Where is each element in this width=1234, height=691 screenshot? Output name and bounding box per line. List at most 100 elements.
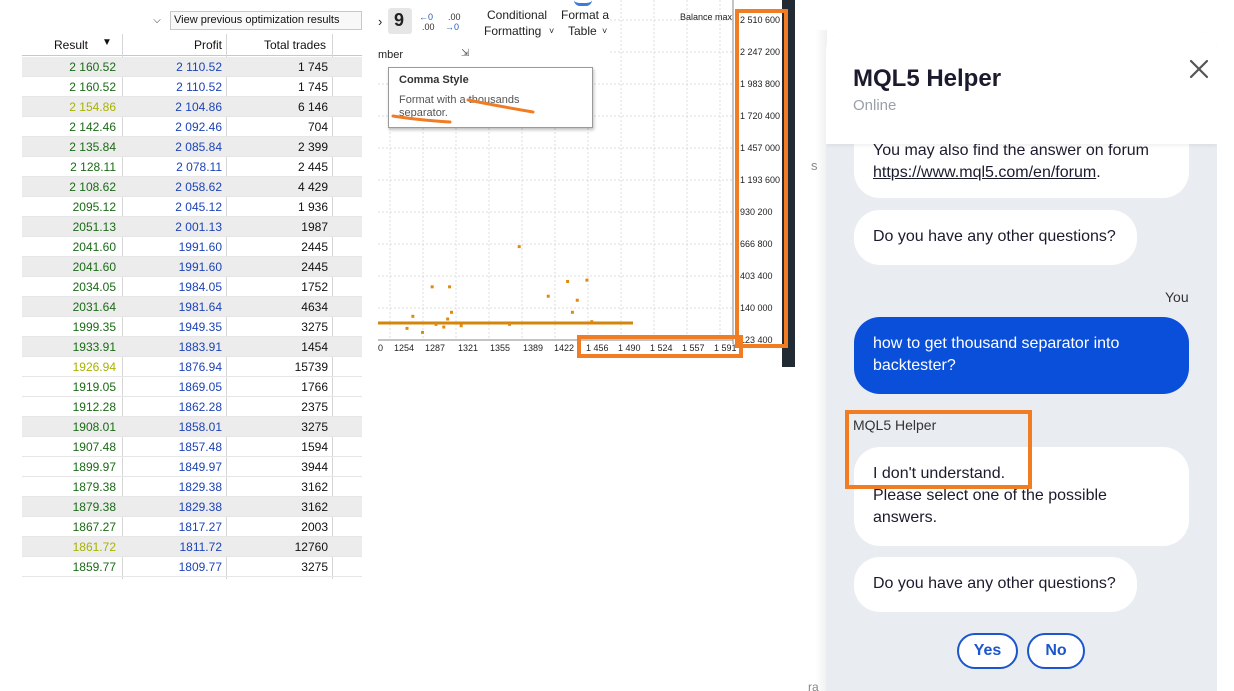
cell-result: 2 160.52 [69,60,116,74]
cell-result: 1908.01 [72,420,116,434]
yes-button[interactable]: Yes [957,633,1018,669]
column-header-total-trades[interactable]: Total trades [228,38,326,52]
chevron-down-icon: ˅ [602,26,608,36]
cell-profit: 1869.05 [178,380,222,394]
table-row[interactable]: 2041.60 1991.60 2445 [22,237,362,257]
chart-point [405,326,409,330]
question-text: Do you have any other questions? [873,228,1116,245]
table-row[interactable]: 2 142.46 2 092.46 704 [22,117,362,137]
chevron-down-icon: ˅ [549,26,555,36]
cell-total-trades: 3275 [301,320,328,334]
cell-total-trades: 3162 [301,500,328,514]
table-row[interactable]: 1859.77 1809.77 3275 [22,557,362,577]
conditional-formatting-button[interactable]: Conditional Formatting ˅ [481,6,557,42]
chart-x-tick-label: 1321 [458,343,478,353]
cell-profit: 1984.05 [178,280,222,294]
comma-style-button[interactable]: 9 [388,8,412,34]
cell-total-trades: 3944 [301,460,328,474]
table-row[interactable]: 1899.97 1849.97 3944 [22,457,362,477]
chart-point [446,317,450,321]
cell-total-trades: 15739 [294,360,328,374]
decrease-decimal-button[interactable]: .00 →0 [444,10,466,34]
chart-x-tick-label: 1355 [490,343,510,353]
excel-ribbon: › 9 ←0 .00 .00 →0 Conditional Formatting… [378,0,610,70]
table-row[interactable]: 1933.91 1883.91 1454 [22,337,362,357]
dialog-launcher-icon[interactable]: ⇲ [461,48,469,59]
cell-result: 2 160.52 [69,80,116,94]
close-icon[interactable] [1184,54,1214,84]
chart-point [517,245,521,249]
chart-x-tick-label: 1254 [394,343,414,353]
cell-total-trades: 2003 [301,520,328,534]
excel-and-chart-panel: Balance max 2 510 600 2 247 200 1 983 800 1 … [378,0,795,367]
conditional-formatting-label-2: Formatting [484,24,542,38]
cell-total-trades: 1 745 [297,60,328,74]
cell-profit: 2 058.62 [175,180,222,194]
table-row[interactable]: 1867.27 1817.27 2003 [22,517,362,537]
cell-profit: 1858.01 [178,420,222,434]
cell-total-trades: 12760 [294,540,328,554]
cell-total-trades: 4 429 [297,180,328,194]
column-header-profit[interactable]: Profit [122,38,222,52]
chart-point [430,285,434,289]
table-row[interactable]: 1907.48 1857.48 1594 [22,437,362,457]
cell-profit: 1829.38 [178,500,222,514]
table-row[interactable]: 1919.05 1869.05 1766 [22,377,362,397]
table-row[interactable]: 1926.94 1876.94 15739 [22,357,362,377]
chart-point [459,324,463,328]
table-row[interactable]: 2041.60 1991.60 2445 [22,257,362,277]
cell-result: 1999.35 [72,320,116,334]
table-row[interactable]: 2 135.84 2 085.84 2 399 [22,137,362,157]
table-row[interactable]: 2 160.52 2 110.52 1 745 [22,57,362,77]
cell-profit: 2 110.52 [176,60,222,74]
table-row[interactable]: 2095.12 2 045.12 1 936 [22,197,362,217]
column-header-result[interactable]: Result [22,38,88,52]
cell-total-trades: 1 745 [297,80,328,94]
cell-result: 2095.12 [72,200,116,214]
cell-profit: 1829.38 [178,480,222,494]
chart-x-tick-label: 1389 [523,343,543,353]
chart-point [434,322,438,326]
annotation-box-bot-reply [845,410,1032,489]
table-row[interactable]: 1908.01 1858.01 3275 [22,417,362,437]
comma-icon: 9 [394,10,405,30]
table-body: 2 160.52 2 110.52 1 745 2 160.52 2 110.52 1 7… [22,57,362,577]
chevron-down-icon[interactable]: ⌵ [150,14,164,28]
cell-profit: 1809.77 [178,560,222,574]
table-row[interactable]: 2 154.86 2 104.86 6 146 [22,97,362,117]
cell-total-trades: 2 399 [297,140,328,154]
user-message: how to get thousand separator into backt… [854,317,1189,394]
cell-profit: 1817.27 [178,520,222,534]
increase-decimal-button[interactable]: ←0 .00 [418,10,440,34]
cell-profit: 2 045.12 [175,200,222,214]
sort-desc-icon[interactable]: ▼ [102,37,112,48]
format-as-table-button[interactable]: Format a Table ˅ [560,6,610,42]
view-previous-results-dropdown[interactable]: View previous optimization results [170,11,362,30]
table-row[interactable]: 2 108.62 2 058.62 4 429 [22,177,362,197]
cell-profit: 1991.60 [178,260,222,274]
cell-total-trades: 2375 [301,400,328,414]
cell-profit: 2 001.13 [175,220,222,234]
cell-result: 2 154.86 [69,100,116,114]
chart-point [448,285,452,289]
chat-widget: MQL5 Helper Online You may also find the… [826,32,1217,691]
table-row[interactable]: 1999.35 1949.35 3275 [22,317,362,337]
table-row[interactable]: 1879.38 1829.38 3162 [22,497,362,517]
table-row[interactable]: 2 128.11 2 078.11 2 445 [22,157,362,177]
table-row[interactable]: 1861.72 1811.72 12760 [22,537,362,557]
no-button[interactable]: No [1027,633,1085,669]
table-row[interactable]: 2051.13 2 001.13 1987 [22,217,362,237]
background-fragment: s [811,158,818,173]
forum-link-period: . [1096,164,1101,181]
bot-message-question-2: Do you have any other questions? [854,557,1137,612]
table-row[interactable]: 2034.05 1984.05 1752 [22,277,362,297]
cell-total-trades: 3275 [301,420,328,434]
chart-point [570,310,574,314]
forum-link[interactable]: https://www.mql5.com/en/forum [873,164,1096,181]
table-row[interactable]: 1912.28 1862.28 2375 [22,397,362,417]
svg-text:.00: .00 [448,12,461,22]
table-row[interactable]: 2031.64 1981.64 4634 [22,297,362,317]
cell-result: 1933.91 [72,340,116,354]
table-row[interactable]: 1879.38 1829.38 3162 [22,477,362,497]
table-row[interactable]: 2 160.52 2 110.52 1 745 [22,77,362,97]
